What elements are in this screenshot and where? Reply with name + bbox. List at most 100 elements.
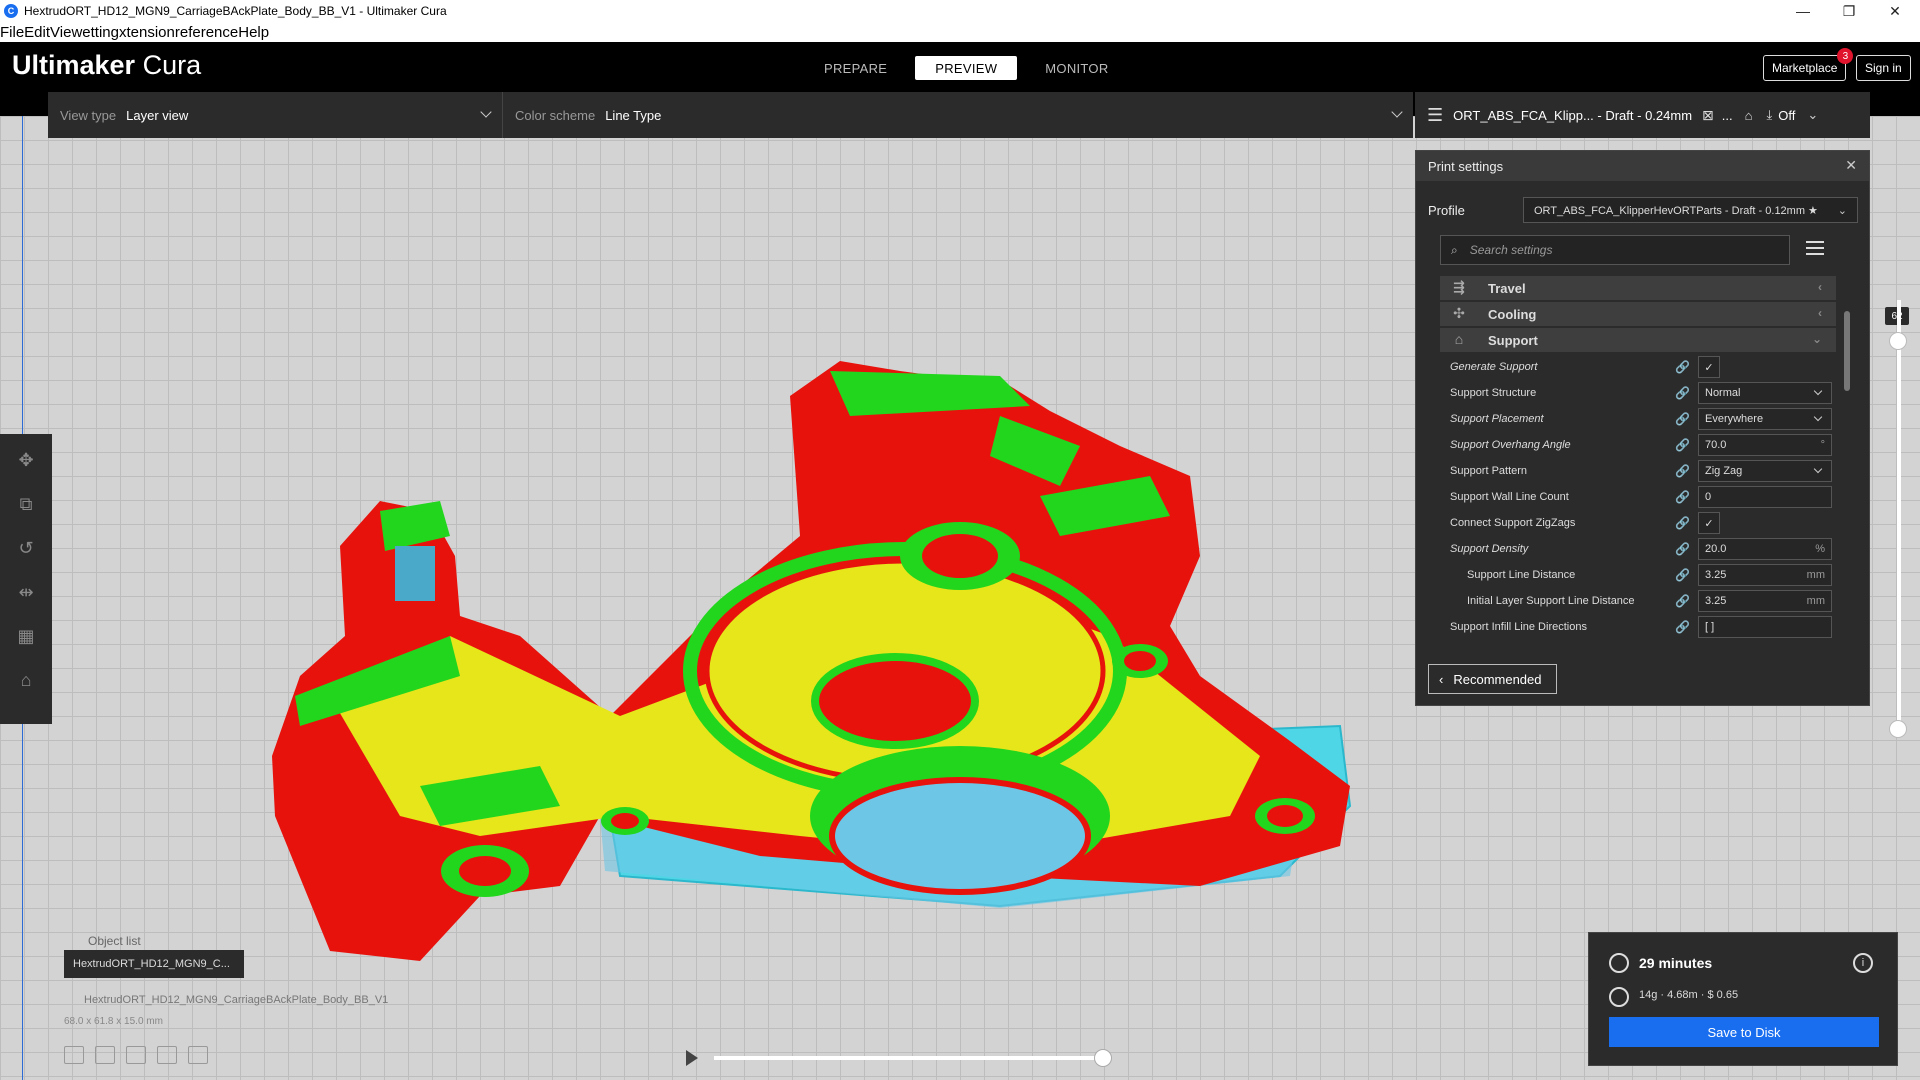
settings-scrollbar[interactable] (1844, 311, 1850, 391)
ultimaker-cura-logo: Ultimaker Cura (12, 50, 202, 80)
view-3d-icon[interactable] (64, 1046, 84, 1064)
setting-select[interactable]: Everywhere (1698, 408, 1832, 430)
view-right-icon[interactable] (188, 1046, 208, 1064)
rotate-tool-icon[interactable]: ↺ (14, 536, 38, 560)
close-icon[interactable]: ✕ (1845, 157, 1857, 174)
view-front-icon[interactable] (95, 1046, 115, 1064)
mirror-tool-icon[interactable]: ⇹ (14, 580, 38, 604)
settings-visibility-menu-icon[interactable] (1806, 241, 1824, 257)
setting-row: Connect Support ZigZags 🔗 ✓ (1440, 510, 1836, 536)
setting-input[interactable]: [ ] (1698, 616, 1832, 638)
setting-value: ✓ (1704, 517, 1714, 530)
print-settings-header: Print settings ✕ (1416, 151, 1869, 181)
window-title: HextrudORT_HD12_MGN9_CarriageBAckPlate_B… (24, 4, 447, 18)
layer-slider-top-handle[interactable] (1889, 332, 1907, 350)
marketplace-label: Marketplace (1772, 61, 1838, 75)
travel-icon: ⇶ (1453, 279, 1465, 295)
play-icon[interactable] (686, 1050, 698, 1066)
setting-checkbox[interactable]: ✓ (1698, 356, 1720, 378)
setting-label: Generate Support (1450, 361, 1538, 373)
sign-in-button[interactable]: Sign in (1856, 55, 1911, 81)
setting-label: Support Wall Line Count (1450, 491, 1569, 503)
menu-view[interactable]: View (50, 24, 82, 41)
move-tool-icon[interactable]: ✥ (14, 448, 38, 472)
setting-unit: mm (1806, 595, 1825, 607)
setting-unit: % (1815, 543, 1825, 555)
menu-edit[interactable]: Edit (24, 24, 50, 41)
link-icon: 🔗 (1675, 620, 1690, 634)
menu-help[interactable]: Help (238, 24, 269, 41)
object-dimensions: 68.0 x 61.8 x 15.0 mm (64, 1016, 163, 1027)
link-icon: 🔗 (1675, 516, 1690, 530)
setting-input[interactable]: 3.25 mm (1698, 564, 1832, 586)
chevron-down-icon: ⌄ (1837, 204, 1847, 217)
layer-slider[interactable] (1889, 300, 1907, 738)
object-list-toggle[interactable]: Object list (88, 934, 141, 948)
menu-extensions[interactable]: xtension (119, 24, 175, 41)
setting-label: Support Pattern (1450, 465, 1528, 477)
chevron-down-icon: ⌄ (1811, 332, 1822, 346)
path-slider-handle[interactable] (1094, 1049, 1112, 1067)
color-scheme-value: Line Type (605, 107, 662, 123)
layer-slider-bottom-handle[interactable] (1889, 720, 1907, 738)
category-support[interactable]: ⌂ Support ⌄ (1440, 328, 1836, 352)
search-placeholder: Search settings (1469, 243, 1553, 257)
object-list-item[interactable]: HextrudORT_HD12_MGN9_C... (64, 950, 244, 978)
print-setup-selector[interactable]: ☰ ORT_ABS_FCA_Klipp... - Draft - 0.24mm … (1415, 92, 1870, 138)
path-slider[interactable] (714, 1056, 1104, 1060)
link-icon: 🔗 (1675, 360, 1690, 374)
setting-row: Support Pattern 🔗 Zig Zag (1440, 458, 1836, 484)
setting-value: 3.25 (1705, 569, 1727, 581)
setting-select[interactable]: Normal (1698, 382, 1832, 404)
view-left-icon[interactable] (157, 1046, 177, 1064)
color-scheme-dropdown[interactable]: Color scheme Line Type (503, 92, 1413, 138)
info-icon[interactable]: i (1853, 953, 1873, 973)
cura-app-icon: C (4, 4, 18, 18)
setting-input[interactable]: 20.0% (1698, 538, 1832, 560)
print-setup-profile: ORT_ABS_FCA_Klipp... - Draft - 0.24mm (1453, 107, 1693, 123)
support-blocker-icon[interactable]: ⌂ (14, 668, 38, 692)
setting-input[interactable]: 3.25 mm (1698, 590, 1832, 612)
tab-monitor[interactable]: MONITOR (1021, 56, 1132, 80)
output-panel: 29 minutes i 14g · 4.68m · $ 0.65 Save t… (1588, 932, 1898, 1066)
profile-select[interactable]: ORT_ABS_FCA_KlipperHevORTParts - Draft -… (1523, 197, 1858, 223)
setting-label: Support Infill Line Directions (1450, 621, 1587, 633)
tab-prepare[interactable]: PREPARE (800, 56, 911, 80)
setting-input[interactable]: 0 (1698, 486, 1832, 508)
chevron-left-icon: ‹ (1439, 671, 1444, 687)
menu-preferences[interactable]: reference (175, 24, 238, 41)
setting-value: 3.25 (1705, 595, 1727, 607)
menu-settings[interactable]: etting (82, 24, 119, 41)
per-model-settings-icon[interactable]: ▦ (14, 624, 38, 648)
marketplace-button[interactable]: Marketplace 3 (1763, 48, 1854, 81)
chevron-down-icon (480, 106, 492, 118)
save-to-disk-button[interactable]: Save to Disk (1609, 1017, 1879, 1047)
view-type-label: View type (60, 107, 117, 123)
view-toolbar: View type Layer view Color scheme Line T… (48, 92, 1413, 138)
view-top-icon[interactable] (126, 1046, 146, 1064)
setting-unit: mm (1806, 569, 1825, 581)
category-travel[interactable]: ⇶ Travel ‹ (1440, 276, 1836, 300)
view-type-dropdown[interactable]: View type Layer view (48, 92, 503, 138)
setting-checkbox[interactable]: ✓ (1698, 512, 1720, 534)
menu-file[interactable]: File (0, 24, 24, 41)
close-window-button[interactable]: ✕ (1872, 0, 1918, 22)
setting-row: Generate Support 🔗 ✓ (1440, 354, 1836, 380)
maximize-button[interactable]: ❐ (1826, 0, 1872, 22)
category-cooling[interactable]: ✣ Cooling ‹ (1440, 302, 1836, 326)
support-toggle-icon: ⊠ (1702, 106, 1714, 123)
setting-input[interactable]: 70.0 ° (1698, 434, 1832, 456)
search-settings-input[interactable]: ⌕ Search settings (1440, 235, 1790, 265)
setting-row: Initial Layer Support Line Distance 🔗 3.25… (1440, 588, 1836, 614)
minimize-button[interactable]: — (1780, 0, 1826, 22)
color-scheme-label: Color scheme (515, 107, 596, 123)
recommended-button[interactable]: ‹ Recommended (1428, 664, 1557, 694)
link-icon: 🔗 (1675, 568, 1690, 582)
cooling-fan-icon: ✣ (1453, 305, 1465, 321)
chevron-left-icon: ‹ (1818, 280, 1822, 294)
setting-select[interactable]: Zig Zag (1698, 460, 1832, 482)
setting-unit: ° (1820, 439, 1825, 451)
scale-tool-icon[interactable]: ⧉ (14, 492, 38, 516)
tab-preview[interactable]: PREVIEW (915, 56, 1018, 80)
spool-icon (1609, 987, 1629, 1007)
